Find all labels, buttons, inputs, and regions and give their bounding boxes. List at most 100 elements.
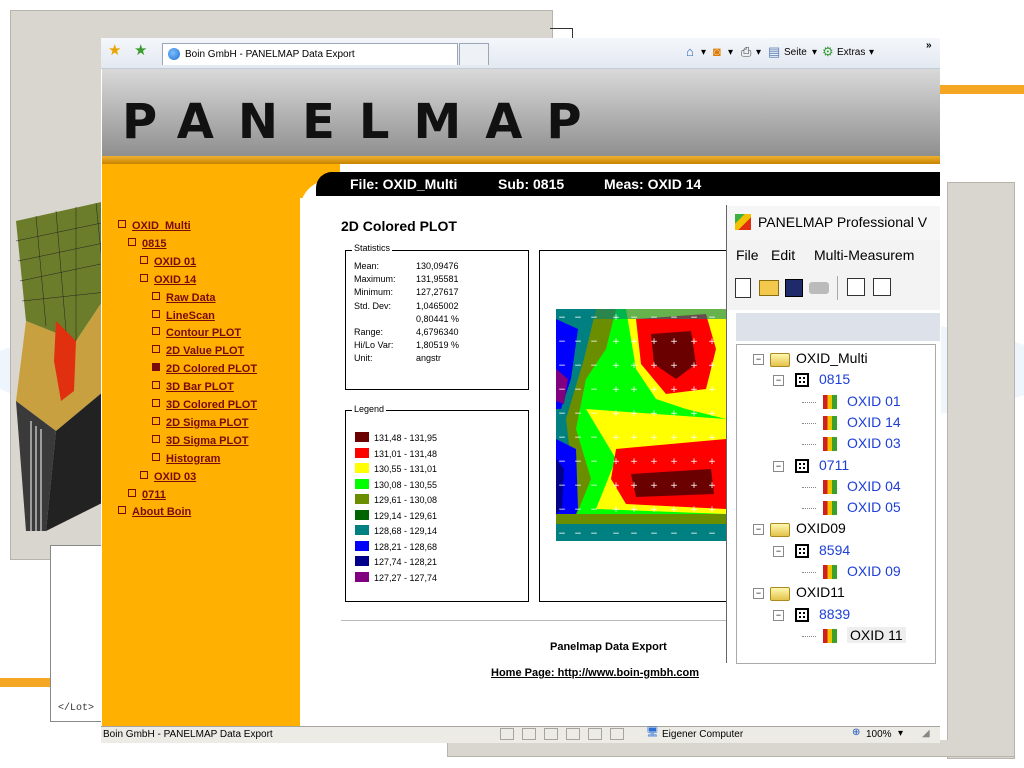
tree-item-label[interactable]: OXID09	[796, 520, 846, 536]
sidebar-item[interactable]: LineScan	[152, 309, 215, 322]
sidebar-item[interactable]: OXID 14	[140, 273, 196, 286]
add-favorite-icon[interactable]: ★	[134, 41, 147, 59]
plot-minus-mark: −	[630, 313, 638, 323]
sidebar-item[interactable]: 0711	[128, 488, 166, 501]
plot-plus-mark: +	[612, 337, 620, 347]
menu-edit[interactable]: Edit	[771, 247, 795, 263]
page-dropdown-icon[interactable]: ▾	[812, 47, 817, 58]
plot-plus-mark: +	[708, 457, 716, 467]
sidebar-item[interactable]: Histogram	[152, 452, 220, 465]
tree-collapse-icon[interactable]: −	[753, 524, 764, 536]
legend-range: 128,68 - 129,14	[374, 526, 438, 536]
sidebar-item[interactable]: OXID 03	[140, 470, 196, 483]
plot-plus-mark: +	[630, 505, 638, 515]
tree-item-label[interactable]: OXID11	[796, 584, 845, 600]
menu-file[interactable]: File	[736, 247, 759, 263]
stat-value: 130,09476	[416, 261, 459, 271]
plot-minus-mark: −	[558, 433, 566, 443]
stat-value: 1,80519 %	[416, 340, 460, 351]
tree-item-label[interactable]: OXID 03	[847, 435, 901, 451]
zoom-level[interactable]: 100%	[866, 729, 892, 740]
sidebar-item[interactable]: 3D Colored PLOT	[152, 399, 257, 411]
print-dropdown-icon[interactable]: ▾	[756, 47, 761, 58]
sidebar-item[interactable]: 3D Bar PLOT	[152, 381, 234, 393]
tree-item-label[interactable]: OXID 11	[847, 626, 906, 643]
feeds-dropdown-icon[interactable]: ▾	[728, 47, 733, 58]
home-dropdown-icon[interactable]: ▾	[701, 47, 706, 58]
sidebar-item-label: OXID_Multi	[132, 220, 191, 232]
tree-collapse-icon[interactable]: −	[773, 460, 784, 472]
plot-minus-mark: −	[590, 313, 598, 323]
tree-item-label[interactable]: OXID 14	[847, 414, 901, 430]
sidebar-item[interactable]: 2D Sigma PLOT	[152, 416, 249, 429]
tree-item-label[interactable]: OXID 09	[847, 563, 901, 579]
print-disabled-icon[interactable]	[809, 282, 829, 294]
sidebar-item[interactable]: About Boin	[118, 506, 191, 518]
sidebar-item[interactable]: 2D Colored PLOT	[152, 363, 257, 375]
sidebar-item[interactable]: OXID_Multi	[118, 220, 191, 232]
plot-minus-mark: −	[558, 313, 566, 323]
colored-plot-heatmap[interactable]: − − − + − − − − −− − − + + + + + +− − − + + + + + +− − − + + + + + +− − − +…	[556, 309, 726, 541]
background-window-right[interactable]	[947, 182, 1015, 759]
bullet-square-icon	[140, 470, 148, 479]
status-text: Boin GmbH - PANELMAP Data Export	[103, 729, 273, 740]
bullet-square-icon	[152, 416, 160, 425]
new-file-icon[interactable]	[735, 278, 751, 298]
tree-item-label[interactable]: OXID 05	[847, 499, 901, 515]
sidebar-item[interactable]: 3D Sigma PLOT	[152, 434, 249, 447]
home-page-link[interactable]: Home Page: http://www.boin-gmbh.com	[491, 667, 699, 679]
resize-grip-icon[interactable]: ◢	[922, 728, 930, 739]
plot-plus-mark: +	[708, 361, 716, 371]
tools-menu[interactable]: Extras	[837, 47, 865, 58]
open-folder-icon[interactable]	[759, 280, 779, 296]
bullet-square-icon	[152, 381, 160, 390]
sidebar-item[interactable]: OXID 01	[140, 255, 196, 268]
sidebar-item[interactable]: 2D Value PLOT	[152, 345, 244, 357]
menu-multi-measurement[interactable]: Multi-Measurem	[814, 247, 914, 263]
plot-minus-mark: −	[708, 313, 716, 323]
tree-item-label[interactable]: OXID 04	[847, 478, 901, 494]
sidebar-item[interactable]: 0815	[128, 237, 166, 250]
tree-item-label[interactable]: 0815	[819, 371, 850, 387]
save-icon[interactable]	[785, 279, 803, 297]
measurement-bar-icon	[823, 437, 837, 452]
tree-item-label[interactable]: OXID_Multi	[796, 350, 868, 366]
sidebar-item-label: 0711	[142, 488, 166, 501]
tree-collapse-icon[interactable]: −	[773, 545, 784, 557]
plot-plus-mark: +	[630, 361, 638, 371]
plot-minus-mark: −	[558, 409, 566, 419]
page-menu[interactable]: Seite	[784, 47, 807, 58]
report-icon-1[interactable]	[847, 278, 865, 296]
tools-dropdown-icon[interactable]: ▾	[869, 47, 874, 58]
browser-tab[interactable]: Boin GmbH - PANELMAP Data Export	[162, 43, 458, 65]
sidebar-item[interactable]: Raw Data	[152, 291, 216, 304]
tree-item-label[interactable]: 0711	[819, 457, 849, 473]
home-icon[interactable]: ⌂	[686, 44, 694, 59]
tree-item-label[interactable]: 8839	[819, 606, 850, 622]
stat-key: Std. Dev:	[354, 300, 392, 311]
stat-key: Unit:	[354, 353, 373, 364]
chevron-more-icon[interactable]: »	[926, 40, 932, 51]
tree-connector	[802, 508, 816, 510]
pro-titlebar[interactable]: PANELMAP Professional V	[727, 206, 940, 240]
new-tab-button[interactable]	[459, 43, 489, 65]
plot-title: 2D Colored PLOT	[341, 218, 457, 234]
security-zone[interactable]: Eigener Computer	[662, 729, 743, 740]
tree-item-label[interactable]: 8594	[819, 542, 850, 558]
tree-collapse-icon[interactable]: −	[753, 588, 764, 600]
legend-range: 127,74 - 128,21	[374, 557, 438, 567]
favorites-star-icon[interactable]: ★	[108, 41, 121, 59]
zoom-dropdown-icon[interactable]: ▾	[898, 728, 903, 739]
tree-collapse-icon[interactable]: −	[773, 375, 784, 387]
report-icon-2[interactable]	[873, 278, 891, 296]
print-icon[interactable]: ⎙	[741, 44, 751, 60]
plot-minus-mark: −	[650, 529, 658, 539]
sidebar-item[interactable]: Contour PLOT	[152, 327, 241, 339]
plot-minus-mark: −	[590, 409, 598, 419]
feeds-icon[interactable]: ◙	[713, 44, 721, 59]
tree-item-label[interactable]: OXID 01	[847, 393, 901, 409]
stat-key: Range:	[354, 327, 384, 337]
tree-collapse-icon[interactable]: −	[753, 354, 764, 365]
tree-collapse-icon[interactable]: −	[773, 609, 784, 621]
plot-plus-mark: +	[612, 433, 620, 443]
